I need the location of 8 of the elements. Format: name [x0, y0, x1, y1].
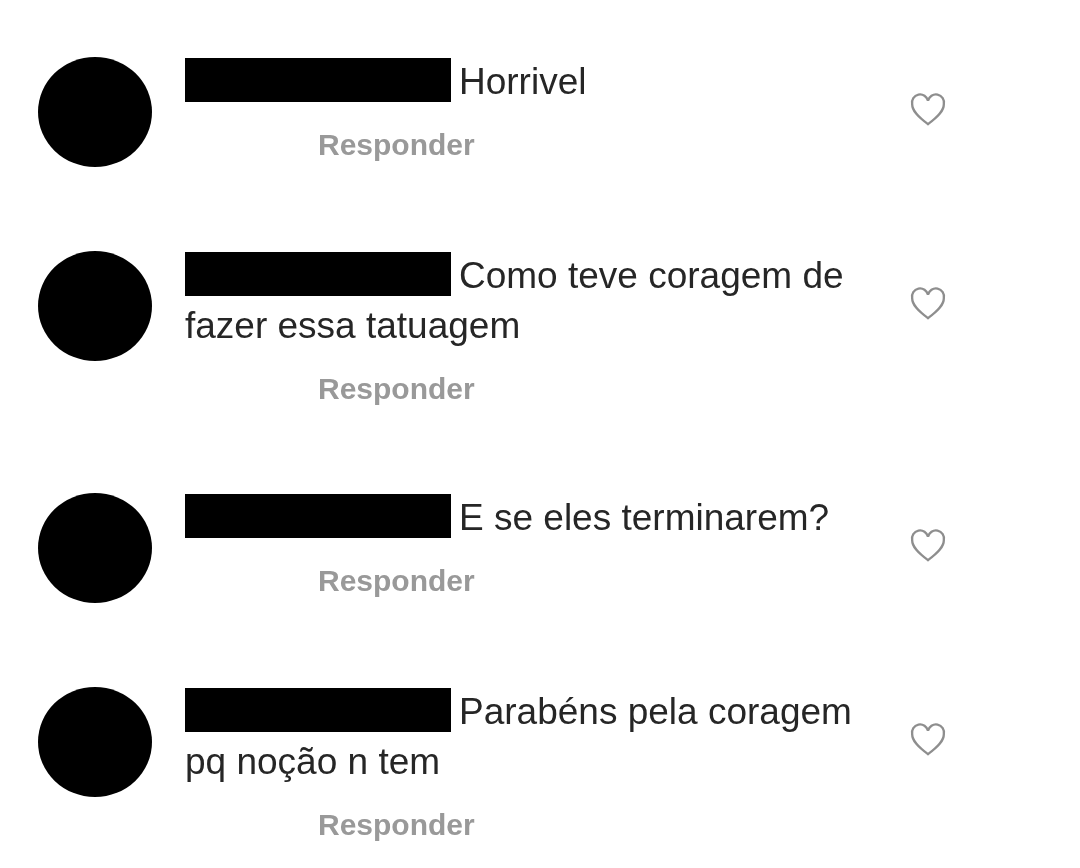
comment-text: Horrivel — [185, 57, 885, 107]
comment-text: E se eles terminarem? — [185, 493, 885, 543]
reply-link[interactable]: Responder — [318, 561, 475, 601]
comment-text: Como teve coragem de fazer essa tatuagem — [185, 251, 885, 351]
reply-link[interactable]: Responder — [318, 125, 475, 165]
comment-text: Parabéns pela coragem pq noção n tem — [185, 687, 885, 787]
reply-link[interactable]: Responder — [318, 369, 475, 409]
reply-link[interactable]: Responder — [318, 805, 475, 845]
